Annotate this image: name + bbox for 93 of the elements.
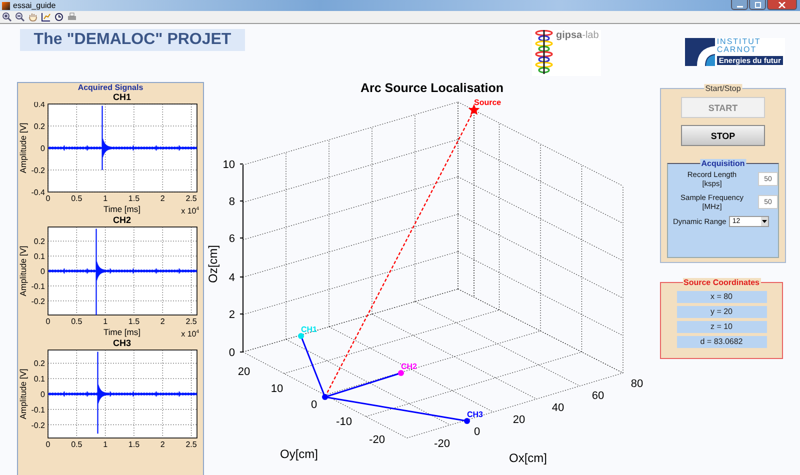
tick-label: -0.1 (31, 405, 45, 414)
institute-line: INSTITUT (716, 38, 762, 46)
tick-label: 1.5 (128, 440, 140, 449)
axis-label: Time [ms] (104, 204, 140, 214)
axis-label: Ox[cm] (509, 451, 547, 465)
tick-label: 0.5 (71, 440, 82, 449)
panel-title: Acquired Signals (76, 83, 144, 92)
panel-title: Start/Stop (704, 84, 742, 93)
tick-label: 0.5 (71, 194, 82, 203)
institute-name: CARNOT (716, 46, 758, 54)
tick-label: 0 (228, 347, 235, 359)
tick-label: 0 (46, 194, 50, 203)
tick-label: -0.2 (31, 420, 45, 430)
plot-title: CH1 (112, 92, 132, 102)
data-cursor-icon[interactable] (41, 12, 51, 22)
tick-label: 0 (40, 267, 45, 276)
tick-label: 60 (592, 390, 604, 402)
tick-label: 40 (552, 402, 564, 414)
tick-label: 0 (40, 144, 45, 153)
tick-label: 2.5 (186, 194, 197, 203)
axis-label: Oz[cm] (206, 245, 220, 283)
minimize-button[interactable] (731, 0, 748, 10)
tick-label: 1 (103, 194, 108, 203)
tick-label: 6 (228, 233, 235, 245)
tick-label: 2 (160, 317, 165, 326)
tick-label: 1 (103, 317, 108, 326)
point-label: CH3 (467, 410, 484, 419)
tick-label: 2 (228, 309, 235, 321)
zoom-in-icon[interactable] (2, 12, 12, 22)
axis-multiplier: x 10$^{4}$ (181, 205, 199, 216)
coordinate-value: y = 20 (676, 306, 766, 318)
window-title: essai_guide (13, 0, 56, 10)
origin-marker (322, 394, 328, 400)
tick-label: 4 (228, 272, 235, 284)
tick-label: 80 (630, 378, 644, 390)
dna-strand-icon (534, 30, 554, 74)
tick-label: 0.1 (34, 252, 45, 262)
action-button[interactable]: STOP (681, 125, 765, 146)
close-button[interactable] (767, 0, 797, 10)
tick-label: 20 (238, 366, 250, 378)
chart-title: Arc Source Localisation (360, 81, 504, 95)
axis-label: Time [ms] (104, 327, 140, 337)
tick-label: 0.2 (34, 359, 45, 368)
coordinate-value: d = 83.0682 (676, 336, 766, 348)
lab-logo-text: gipsa-lab (556, 30, 599, 41)
axis-label: Amplitude [V] (18, 122, 28, 174)
point-label: CH1 (301, 325, 318, 334)
panel-title: Acquisition (700, 159, 746, 168)
tick-label: 10 (270, 383, 284, 395)
axis-label: Amplitude [V] (18, 368, 28, 420)
caret-icon (762, 220, 768, 223)
tick-label: 0.2 (34, 237, 45, 246)
tick-label: -0.2 (31, 166, 45, 175)
tick-label: 2 (160, 194, 165, 203)
tick-label: 1 (103, 440, 108, 449)
point-label: Source (474, 98, 502, 107)
point-label: CH2 (401, 362, 418, 371)
tick-label: -0.1 (31, 282, 45, 291)
tick-label: 0 (46, 317, 50, 326)
maximize-icon (754, 2, 762, 8)
tick-label: 0.1 (34, 374, 45, 384)
tick-label: 0 (40, 390, 45, 399)
axis-label: Amplitude [V] (18, 246, 28, 296)
tick-label: 2 (160, 440, 165, 449)
project-title: The "DEMALOC" PROJET (20, 29, 245, 51)
panel-title: Source Coordinates (682, 278, 760, 287)
tick-label: 8 (228, 196, 235, 208)
tick-label: 2.5 (186, 440, 197, 449)
coordinate-value: x = 80 (676, 291, 766, 303)
tick-label: -20 (434, 438, 450, 450)
close-icon (778, 2, 786, 8)
tick-label: -20 (369, 434, 385, 446)
tick-label: 2.5 (186, 317, 197, 326)
tick-label: -0.4 (31, 188, 45, 197)
tick-label: 0.5 (71, 317, 82, 326)
tick-label: -10 (336, 416, 352, 428)
tick-label: 1.5 (128, 194, 140, 203)
app-icon (2, 2, 10, 10)
maximize-button[interactable] (749, 0, 766, 10)
tick-label: 0 (310, 399, 318, 411)
tick-label: 10 (222, 159, 235, 171)
tick-label: 0 (46, 440, 50, 449)
tick-label: 20 (512, 414, 526, 426)
tick-label: -0.2 (31, 296, 45, 306)
plot-title: CH3 (112, 338, 132, 348)
coordinate-value: z = 10 (676, 321, 766, 333)
plot-title: CH2 (112, 215, 132, 225)
axis-label: Oy[cm] (280, 447, 318, 461)
tick-label: 0.2 (34, 122, 45, 131)
zoom-out-icon[interactable] (15, 12, 25, 22)
tick-label: 1.5 (128, 317, 140, 326)
axis-multiplier: x 10$^{4}$ (181, 328, 199, 339)
tick-label: 0 (474, 426, 480, 438)
